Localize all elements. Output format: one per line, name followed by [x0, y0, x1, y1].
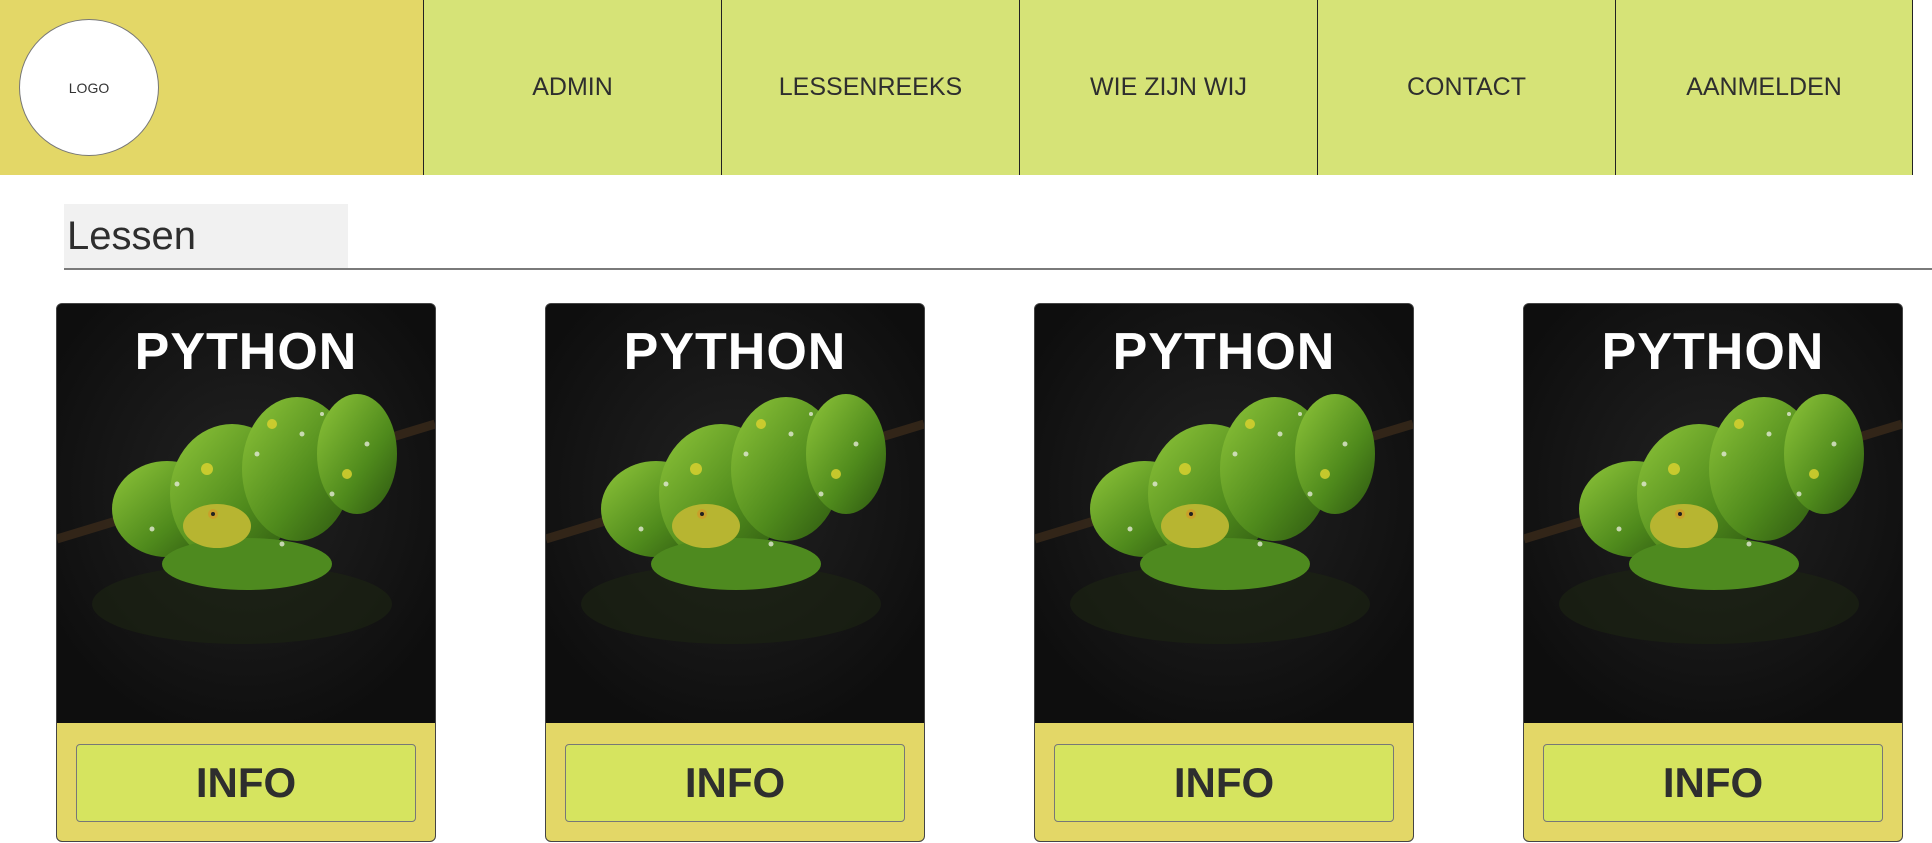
- nav-item-admin[interactable]: ADMIN: [423, 0, 721, 175]
- page-title: Lessen: [64, 204, 348, 268]
- card-title: PYTHON: [134, 323, 358, 381]
- card-footer: INFO: [546, 723, 924, 841]
- logo-area: LOGO: [0, 0, 423, 175]
- logo[interactable]: LOGO: [19, 19, 159, 156]
- course-card[interactable]: PYTHON INFO: [545, 303, 925, 842]
- course-card[interactable]: PYTHON INFO: [1523, 303, 1903, 842]
- site-header: LOGO ADMIN LESSENREEKS WIE ZIJN WIJ CONT…: [0, 0, 1932, 175]
- course-card[interactable]: PYTHON INFO: [1034, 303, 1414, 842]
- title-divider: [64, 268, 1932, 270]
- info-button[interactable]: INFO: [565, 744, 905, 822]
- nav-item-aanmelden[interactable]: AANMELDEN: [1615, 0, 1913, 175]
- course-card[interactable]: PYTHON INFO: [56, 303, 436, 842]
- nav-item-lessenreeks[interactable]: LESSENREEKS: [721, 0, 1019, 175]
- info-button[interactable]: INFO: [1543, 744, 1883, 822]
- card-title: PYTHON: [1112, 323, 1336, 381]
- card-title: PYTHON: [623, 323, 847, 381]
- card-footer: INFO: [57, 723, 435, 841]
- info-button[interactable]: INFO: [1054, 744, 1394, 822]
- nav-item-contact[interactable]: CONTACT: [1317, 0, 1615, 175]
- nav-item-wie-zijn-wij[interactable]: WIE ZIJN WIJ: [1019, 0, 1317, 175]
- card-footer: INFO: [1035, 723, 1413, 841]
- info-button[interactable]: INFO: [76, 744, 416, 822]
- card-footer: INFO: [1524, 723, 1902, 841]
- card-title: PYTHON: [1601, 323, 1825, 381]
- main-nav: ADMIN LESSENREEKS WIE ZIJN WIJ CONTACT A…: [423, 0, 1913, 175]
